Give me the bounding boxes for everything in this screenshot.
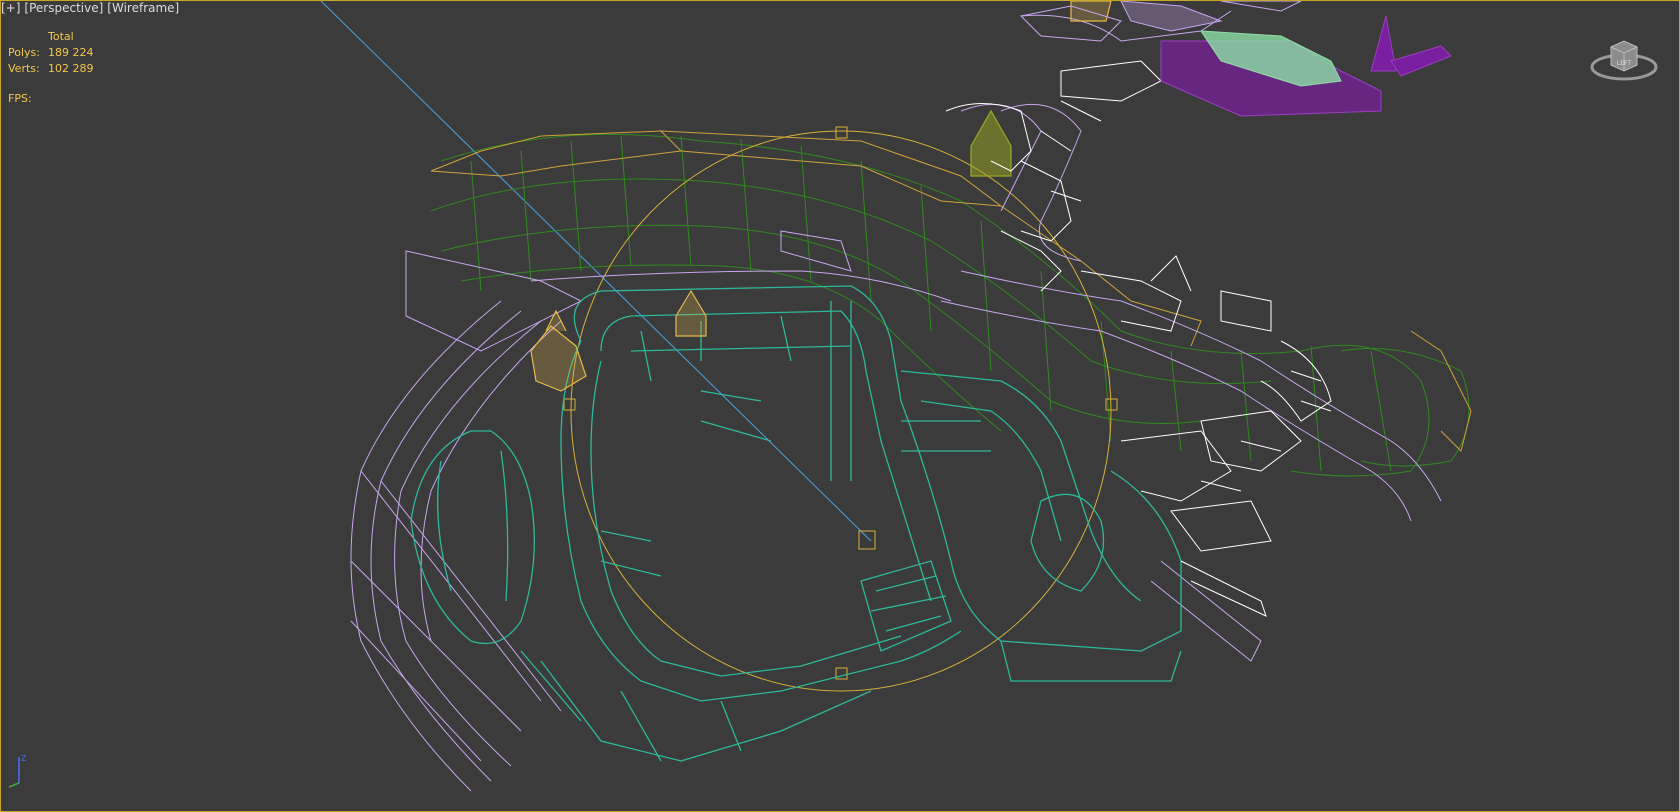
gizmo-handles: [563, 126, 1118, 680]
stats-value: 189 224: [48, 46, 94, 59]
viewport-menu-button[interactable]: [+]: [1, 1, 20, 15]
stats-row-polys: Polys: 189 224: [8, 45, 118, 61]
statistics-overlay: Total Polys: 189 224 Verts: 102 289 FPS:: [8, 29, 118, 107]
viewcube-face-label: LEFT: [1617, 60, 1631, 67]
fortress-walls: [410, 285, 1182, 762]
olive-church: [970, 109, 1012, 177]
road-wireframe: [350, 10, 1442, 792]
viewcube-icon[interactable]: LEFT: [1589, 25, 1659, 95]
stats-header: Total: [48, 30, 74, 43]
shading-mode-label[interactable]: [Wireframe]: [107, 1, 179, 15]
viewport-perspective[interactable]: [+] [Perspective] [Wireframe] Total Polys:…: [0, 0, 1680, 812]
selection-gizmo-circle: [570, 130, 1112, 692]
view-mode-label[interactable]: [Perspective]: [24, 1, 103, 15]
terrain-wireframe: [430, 133, 1470, 477]
viewport-labels: [+] [Perspective] [Wireframe]: [1, 1, 183, 15]
fps-label: FPS:: [8, 92, 32, 105]
axis-tripod-icon: Z: [8, 754, 27, 788]
stats-key: Verts:: [8, 62, 40, 75]
yellow-buildings: [530, 1, 1112, 392]
wall-outline: [430, 130, 1472, 452]
stats-row-verts: Verts: 102 289: [8, 61, 118, 77]
stats-value: 102 289: [48, 62, 94, 75]
stats-key: Polys:: [8, 46, 40, 59]
wireframe-scene[interactable]: [1, 1, 1680, 812]
axis-z-label: Z: [21, 754, 27, 763]
